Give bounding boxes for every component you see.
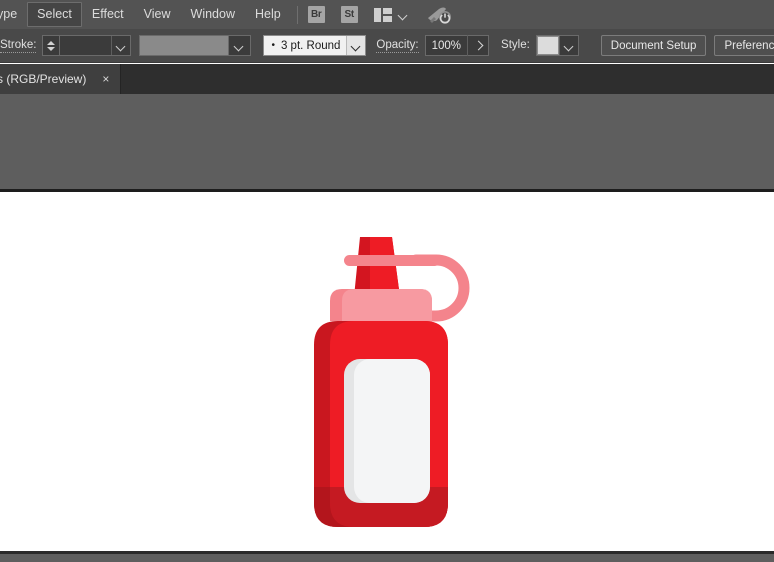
- status-bar: [0, 551, 774, 562]
- menu-item-window[interactable]: Window: [181, 2, 245, 27]
- stroke-weight-stepper[interactable]: [42, 35, 59, 56]
- menu-bar: ype Select Effect View Window Help Br St: [0, 0, 774, 29]
- graphic-style-combo[interactable]: [536, 35, 579, 56]
- close-icon[interactable]: ×: [100, 73, 111, 85]
- ketchup-bottle-svg: [296, 225, 476, 545]
- preferences-button[interactable]: Preferences: [714, 35, 774, 56]
- menu-item-view[interactable]: View: [134, 2, 181, 27]
- artboard-canvas[interactable]: [0, 195, 774, 551]
- chevron-down-icon: [234, 43, 244, 49]
- stroke-weight-combo[interactable]: [59, 35, 131, 56]
- opacity-field[interactable]: 100%: [425, 35, 489, 56]
- menu-item-type[interactable]: ype: [0, 2, 27, 27]
- stroke-swatch-dropdown-button[interactable]: [229, 35, 251, 56]
- profile-bullet-icon: •: [264, 40, 281, 51]
- style-label: Style:: [501, 39, 530, 52]
- bottle-strap-bar: [344, 255, 440, 266]
- control-options-bar: Stroke: • 3 pt. Round Opacity: 100%: [0, 29, 774, 63]
- profile-value: 3 pt. Round: [281, 40, 346, 52]
- document-tab-title: s (RGB/Preview): [0, 72, 86, 86]
- menu-item-help[interactable]: Help: [245, 2, 291, 27]
- stroke-profile-swatch[interactable]: [139, 35, 229, 56]
- chevron-down-icon[interactable]: [398, 12, 408, 18]
- bottle-cap: [342, 289, 432, 321]
- document-tab-bar: s (RGB/Preview) ×: [0, 64, 774, 94]
- ketchup-bottle-artwork[interactable]: [296, 225, 476, 545]
- document-chrome-gap: [0, 94, 774, 192]
- bottle-nozzle: [370, 237, 400, 297]
- chevron-down-icon: [116, 43, 126, 49]
- menu-item-effect[interactable]: Effect: [82, 2, 134, 27]
- chevron-right-icon[interactable]: [467, 35, 488, 56]
- rocket-power-icon[interactable]: [426, 5, 452, 25]
- stroke-profile-combo[interactable]: • 3 pt. Round: [263, 35, 366, 56]
- menu-divider: [297, 6, 298, 24]
- bottle-label: [354, 359, 430, 503]
- bridge-icon[interactable]: Br: [308, 6, 325, 23]
- arrange-documents-icon[interactable]: [374, 8, 392, 22]
- stroke-weight-dropdown-button[interactable]: [111, 36, 130, 55]
- menu-item-select[interactable]: Select: [27, 2, 82, 27]
- document-tab[interactable]: s (RGB/Preview) ×: [0, 64, 121, 94]
- stroke-label[interactable]: Stroke:: [0, 39, 36, 53]
- profile-dropdown-button[interactable]: [346, 36, 365, 55]
- chevron-down-icon: [564, 43, 574, 49]
- document-setup-button[interactable]: Document Setup: [601, 35, 707, 56]
- illustrator-window: ype Select Effect View Window Help Br St…: [0, 0, 774, 562]
- graphic-style-swatch[interactable]: [537, 36, 559, 55]
- opacity-value: 100%: [426, 40, 467, 52]
- graphic-style-dropdown-button[interactable]: [559, 36, 578, 55]
- opacity-label[interactable]: Opacity:: [376, 39, 418, 53]
- stock-icon[interactable]: St: [341, 6, 358, 23]
- chevron-down-icon: [351, 43, 361, 49]
